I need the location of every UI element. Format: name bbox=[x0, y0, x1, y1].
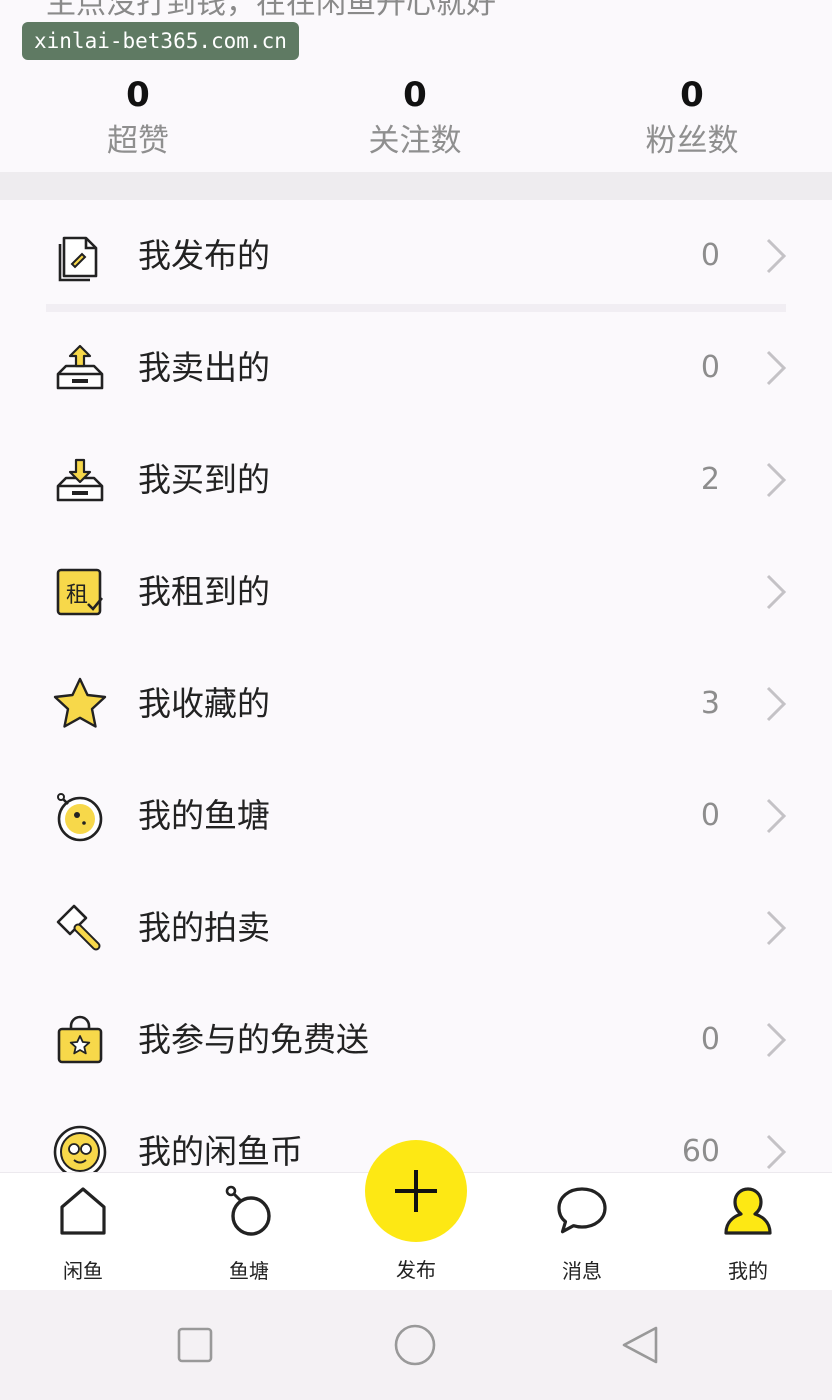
chevron-right-icon bbox=[766, 462, 787, 498]
menu-count: 0 bbox=[700, 1022, 720, 1057]
stat-followers-value: 0 bbox=[680, 75, 704, 115]
document-icon bbox=[58, 236, 98, 282]
svg-text:租: 租 bbox=[66, 583, 88, 608]
back-triangle-icon[interactable] bbox=[618, 1322, 664, 1368]
profile-page: 主点没打到钱，在在闲鱼开心就好 xinlai-bet365.com.cn 0 超… bbox=[0, 0, 832, 1400]
star-icon bbox=[53, 677, 107, 728]
menu-count: 60 bbox=[681, 1134, 720, 1169]
chevron-right-icon bbox=[766, 686, 787, 722]
tab-label: 闲鱼 bbox=[63, 1259, 103, 1283]
auction-hammer-icon bbox=[56, 904, 101, 951]
menu-count: 3 bbox=[700, 686, 720, 721]
tab-label: 鱼塘 bbox=[229, 1259, 269, 1283]
chevron-right-icon bbox=[766, 574, 787, 610]
chevron-right-icon bbox=[766, 238, 787, 274]
stat-following-label: 关注数 bbox=[368, 123, 462, 159]
gift-bag-icon bbox=[57, 1015, 103, 1064]
stat-likes[interactable]: 0 超赞 bbox=[38, 72, 238, 164]
tray-download-icon bbox=[56, 458, 104, 502]
stat-followers-label: 粉丝数 bbox=[645, 123, 739, 159]
publish-button[interactable] bbox=[365, 1140, 467, 1242]
menu-count: 0 bbox=[700, 238, 720, 273]
tab-messages[interactable]: 消息 bbox=[522, 1183, 642, 1284]
menu-list: 我发布的 0 我卖出的 0 我买到的 2 租 我租到的 我收藏的 3 我的鱼塘 … bbox=[0, 200, 832, 1208]
publish-label: 发布 bbox=[396, 1258, 436, 1282]
home-circle-icon[interactable] bbox=[392, 1322, 438, 1368]
menu-item-free-giveaway[interactable]: 我参与的免费送 0 bbox=[0, 984, 832, 1096]
top-partial-text: 主点没打到钱，在在闲鱼开心就好 bbox=[46, 0, 496, 21]
chevron-right-icon bbox=[766, 910, 787, 946]
menu-item-rented[interactable]: 租 我租到的 bbox=[0, 536, 832, 648]
menu-count: 2 bbox=[700, 462, 720, 497]
chevron-right-icon bbox=[766, 1022, 787, 1058]
chevron-right-icon bbox=[766, 798, 787, 834]
tray-upload-icon bbox=[56, 344, 104, 390]
stat-followers[interactable]: 0 粉丝数 bbox=[592, 72, 792, 164]
tab-fishpond[interactable]: 鱼塘 bbox=[189, 1183, 309, 1284]
tab-mine[interactable]: 我的 bbox=[688, 1183, 808, 1284]
recent-apps-icon[interactable] bbox=[172, 1322, 218, 1368]
menu-label: 我租到的 bbox=[138, 572, 270, 611]
menu-label: 我卖出的 bbox=[138, 348, 270, 387]
person-icon bbox=[724, 1187, 772, 1235]
home-icon bbox=[60, 1187, 106, 1235]
menu-item-sold[interactable]: 我卖出的 0 bbox=[0, 312, 832, 424]
fishpond-icon bbox=[57, 793, 103, 842]
pond-ring-icon bbox=[225, 1185, 271, 1236]
stat-likes-label: 超赞 bbox=[107, 123, 169, 159]
menu-label: 我买到的 bbox=[138, 460, 270, 499]
watermark-badge: xinlai-bet365.com.cn bbox=[22, 22, 299, 60]
rent-badge-icon: 租 bbox=[56, 568, 104, 616]
tab-label: 我的 bbox=[728, 1259, 768, 1283]
stat-following[interactable]: 0 关注数 bbox=[315, 72, 515, 164]
chevron-right-icon bbox=[766, 1134, 787, 1170]
menu-item-auction[interactable]: 我的拍卖 bbox=[0, 872, 832, 984]
menu-item-favorites[interactable]: 我收藏的 3 bbox=[0, 648, 832, 760]
system-nav-bar bbox=[0, 1290, 832, 1400]
menu-count: 0 bbox=[700, 798, 720, 833]
menu-label: 我的闲鱼币 bbox=[138, 1132, 303, 1171]
stat-likes-value: 0 bbox=[126, 75, 150, 115]
plus-icon bbox=[395, 1170, 437, 1212]
tab-home[interactable]: 闲鱼 bbox=[23, 1183, 143, 1284]
menu-label: 我收藏的 bbox=[138, 684, 270, 723]
menu-item-bought[interactable]: 我买到的 2 bbox=[0, 424, 832, 536]
menu-item-fishpond[interactable]: 我的鱼塘 0 bbox=[0, 760, 832, 872]
menu-label: 我的拍卖 bbox=[138, 908, 270, 947]
menu-label: 我发布的 bbox=[138, 236, 270, 275]
chevron-right-icon bbox=[766, 350, 787, 386]
tab-label: 消息 bbox=[562, 1259, 602, 1283]
stat-following-value: 0 bbox=[403, 75, 427, 115]
chat-bubble-icon bbox=[557, 1187, 607, 1234]
menu-label: 我的鱼塘 bbox=[138, 796, 270, 835]
section-divider bbox=[0, 172, 832, 200]
stats-bar: 0 超赞 0 关注数 0 粉丝数 bbox=[0, 72, 832, 172]
menu-count: 0 bbox=[700, 350, 720, 385]
menu-label: 我参与的免费送 bbox=[138, 1020, 369, 1059]
menu-item-published[interactable]: 我发布的 0 bbox=[0, 200, 832, 312]
